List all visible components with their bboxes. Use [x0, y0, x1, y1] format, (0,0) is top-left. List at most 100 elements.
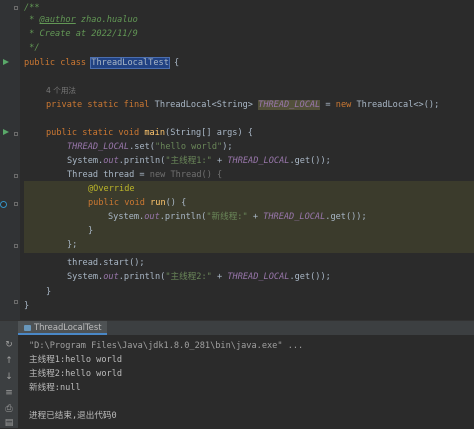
field-init: ThreadLocal<>();: [356, 100, 440, 110]
code-line[interactable]: * @author zhao.hualuo: [24, 13, 138, 27]
code-line[interactable]: THREAD_LOCAL.set("hello world");: [67, 140, 233, 154]
fold-icon[interactable]: [14, 132, 18, 136]
field-name: THREAD_LOCAL: [258, 100, 321, 110]
field-ref: out: [103, 272, 119, 282]
console-exit-line: 进程已结束,退出代码0: [29, 410, 117, 423]
anonymous-class: new Thread() {: [149, 170, 223, 180]
field-ref: out: [103, 156, 119, 166]
code-line[interactable]: public static void main(String[] args) {: [46, 126, 253, 140]
field-type: ThreadLocal<String>: [154, 100, 259, 110]
javadoc-open: /**: [24, 3, 40, 13]
string-literal: "主线程1:": [165, 156, 212, 166]
code-line[interactable]: public void run() {: [88, 196, 186, 210]
run-tab-label: ThreadLocalTest: [34, 322, 102, 332]
keyword: private static final: [46, 100, 155, 110]
annotation: @Override: [88, 184, 135, 194]
brace: }: [88, 226, 94, 236]
run-tab[interactable]: ThreadLocalTest: [18, 321, 108, 335]
code-line[interactable]: * Create at 2022/11/9: [24, 27, 138, 41]
fold-icon[interactable]: [14, 300, 18, 304]
brace: };: [67, 240, 78, 250]
string-literal: "新线程:": [206, 212, 248, 222]
field-ref: THREAD_LOCAL: [227, 156, 290, 166]
operator: +: [211, 156, 228, 166]
scroll-down-icon[interactable]: ↓: [3, 371, 15, 383]
field-ref: THREAD_LOCAL: [227, 272, 290, 282]
code-line[interactable]: }: [46, 285, 51, 299]
code-line[interactable]: @Override: [88, 182, 135, 196]
code-line[interactable]: Thread thread = new Thread() {: [67, 168, 222, 182]
code-line[interactable]: };: [67, 238, 77, 252]
punctuation: );: [222, 142, 233, 152]
method-call: .set(: [129, 142, 155, 152]
class-ref: System.: [67, 156, 104, 166]
code-line[interactable]: }: [24, 299, 29, 313]
console-output-line: 新线程:null: [29, 382, 81, 395]
fold-icon[interactable]: [14, 174, 18, 178]
method-call: .get());: [289, 272, 331, 282]
fold-icon[interactable]: [14, 202, 18, 206]
javadoc-author-tag: @author: [39, 15, 76, 25]
keyword: public static void: [46, 128, 145, 138]
usage-hint[interactable]: 4 个用法: [46, 84, 76, 98]
string-literal: "hello world": [154, 142, 223, 152]
fold-icon[interactable]: [14, 6, 18, 10]
class-ref: System.: [108, 212, 145, 222]
print-icon[interactable]: ⎙: [3, 403, 15, 415]
keyword: new: [335, 100, 357, 110]
run-toolbar: ↻ ↑ ↓ ≡ ⎙ ▤: [0, 335, 18, 428]
thread-decl: Thread thread =: [67, 170, 150, 180]
console-command-text: "D:\Program Files\Java\jdk1.8.0_281\bin\…: [29, 341, 304, 351]
code-line[interactable]: */: [24, 41, 40, 55]
console-command: "D:\Program Files\Java\jdk1.8.0_281\bin\…: [29, 340, 303, 353]
method-call: .println(: [159, 212, 207, 222]
run-config-icon: [24, 325, 31, 331]
override-marker-icon[interactable]: [0, 201, 7, 208]
console-output-text: 主线程2:hello world: [29, 369, 123, 379]
fold-icon[interactable]: [14, 244, 18, 248]
code-line[interactable]: private static final ThreadLocal<String>…: [46, 98, 439, 112]
brace: }: [46, 287, 52, 297]
code-line[interactable]: public class ThreadLocalTest {: [24, 56, 179, 70]
console-output-line: 主线程2:hello world: [29, 368, 122, 381]
code-line[interactable]: System.out.println("新线程:" + THREAD_LOCAL…: [108, 210, 367, 224]
code-line[interactable]: System.out.println("主线程1:" + THREAD_LOCA…: [67, 154, 331, 168]
javadoc-close: */: [24, 43, 40, 53]
run-panel: ThreadLocalTest ↻ ↑ ↓ ≡ ⎙ ▤ "D:\Program …: [0, 320, 474, 428]
operator: +: [247, 212, 264, 222]
method-call: .println(: [118, 156, 166, 166]
method-signature: () {: [165, 198, 187, 208]
javadoc-prefix: *: [24, 15, 40, 25]
field-ref: THREAD_LOCAL: [263, 212, 326, 222]
operator: =: [320, 100, 336, 110]
console-output-line: 主线程1:hello world: [29, 354, 122, 367]
brace: }: [24, 301, 30, 311]
wrap-icon[interactable]: ≡: [3, 387, 15, 399]
operator: +: [211, 272, 228, 282]
console-output-text: 新线程:null: [29, 383, 81, 393]
run-class-icon[interactable]: [3, 59, 9, 65]
stop-icon[interactable]: ↑: [3, 355, 15, 367]
console-output-text: 主线程1:hello world: [29, 355, 123, 365]
code-line[interactable]: thread.start();: [67, 256, 145, 270]
class-name[interactable]: ThreadLocalTest: [90, 57, 170, 69]
run-main-icon[interactable]: [3, 129, 9, 135]
field-ref: out: [144, 212, 160, 222]
javadoc-author-value: zhao.hualuo: [75, 15, 138, 25]
keyword: public void: [88, 198, 151, 208]
brace: {: [168, 58, 180, 68]
usage-hint-text: 4 个用法: [46, 86, 77, 95]
method-signature: (String[] args) {: [165, 128, 253, 138]
console-exit-text: 进程已结束,退出代码0: [29, 411, 117, 421]
code-line[interactable]: }: [88, 224, 93, 238]
class-ref: System.: [67, 272, 104, 282]
rerun-icon[interactable]: ↻: [3, 339, 15, 351]
method-name: main: [144, 128, 166, 138]
code-editor[interactable]: /** * @author zhao.hualuo * Create at 20…: [0, 0, 474, 320]
code-line[interactable]: System.out.println("主线程2:" + THREAD_LOCA…: [67, 270, 331, 284]
keyword: public class: [24, 58, 92, 68]
delete-icon[interactable]: ▤: [3, 417, 15, 429]
field-ref: THREAD_LOCAL: [67, 142, 130, 152]
string-literal: "主线程2:": [165, 272, 212, 282]
editor-gutter[interactable]: [0, 0, 20, 320]
